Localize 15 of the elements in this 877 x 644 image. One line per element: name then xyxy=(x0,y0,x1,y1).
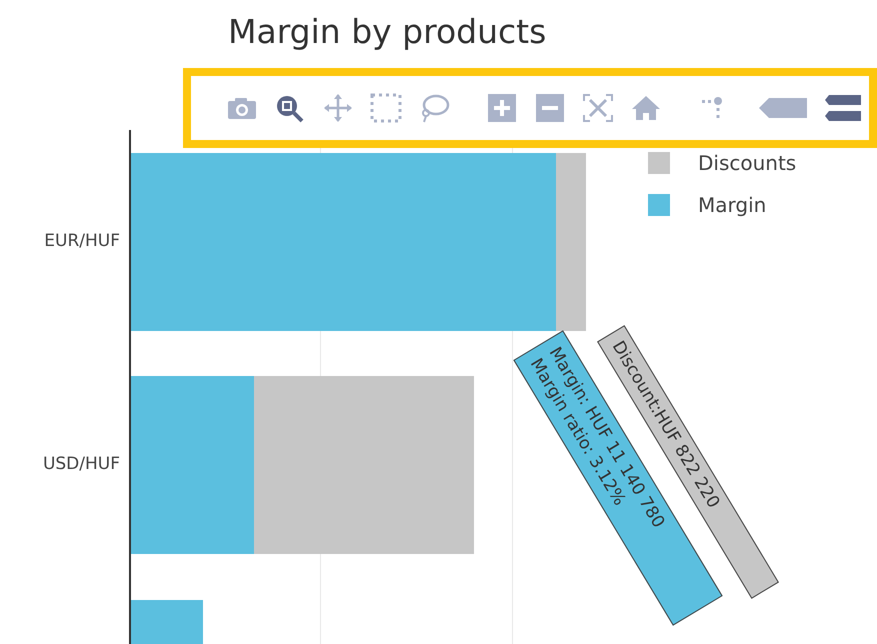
legend-label: Margin xyxy=(698,192,766,219)
zoom-out-button[interactable] xyxy=(533,93,567,123)
legend-label: Discounts xyxy=(698,150,796,177)
expand-icon xyxy=(581,93,615,123)
double-tag-icon xyxy=(823,93,863,123)
zoom-in-button[interactable] xyxy=(485,93,519,123)
autoscale-button[interactable] xyxy=(581,93,615,123)
dashed-square-icon xyxy=(369,93,403,123)
category-label: EUR/HUF xyxy=(44,230,120,253)
chart-title: Margin by products xyxy=(228,11,546,53)
category-label: USD/HUF xyxy=(42,453,120,476)
plus-square-icon xyxy=(485,93,519,123)
box-select-button[interactable] xyxy=(369,93,403,123)
hover-compare-button[interactable] xyxy=(823,93,863,123)
minus-square-icon xyxy=(533,93,567,123)
